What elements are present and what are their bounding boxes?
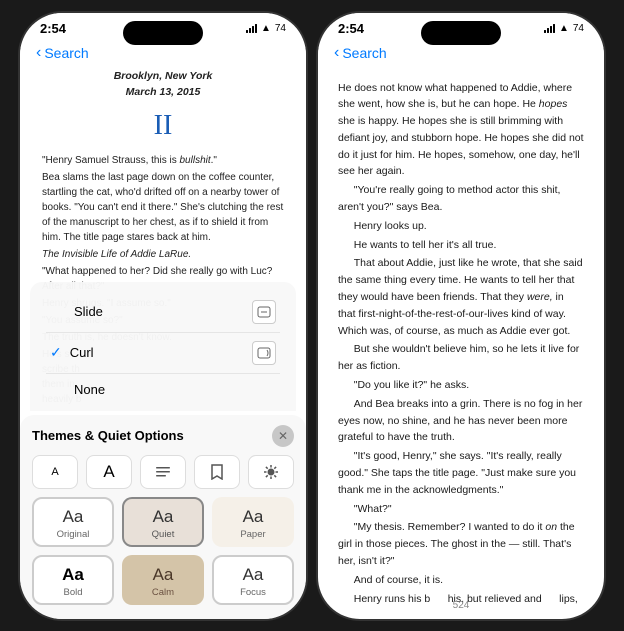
- right-para-11: "My thesis. Remember? I wanted to do it …: [338, 519, 584, 569]
- theme-focus-label: Focus: [220, 587, 286, 598]
- curl-label: Curl: [70, 345, 94, 360]
- theme-calm-title: Aa: [130, 565, 196, 585]
- right-para-4: He wants to tell her it's all true.: [338, 237, 584, 254]
- right-para-8: And Bea breaks into a grin. There is no …: [338, 396, 584, 446]
- right-back-button[interactable]: ‹ Search: [334, 44, 387, 62]
- font-controls: A A: [32, 455, 294, 489]
- book-para-2: Bea slams the last page down on the coff…: [42, 170, 284, 245]
- book-location: Brooklyn, New YorkMarch 13, 2015: [42, 68, 284, 101]
- font-decrease-button[interactable]: A: [32, 455, 78, 489]
- right-para-6: But she wouldn't believe him, so he lets…: [338, 341, 584, 375]
- brightness-button[interactable]: [248, 455, 294, 489]
- none-option[interactable]: None: [46, 374, 280, 405]
- right-back-label: Search: [342, 45, 386, 61]
- theme-original-title: Aa: [40, 507, 106, 527]
- theme-bold-label: Bold: [40, 587, 106, 598]
- theme-grid: Aa Original Aa Quiet Aa Paper Aa Bold: [32, 497, 294, 605]
- back-chevron-icon: ‹: [36, 44, 41, 62]
- left-status-icons: ▲ 74: [246, 23, 286, 34]
- themes-panel: Themes & Quiet Options ✕ A A: [20, 415, 306, 619]
- theme-paper-label: Paper: [220, 529, 286, 540]
- curl-option[interactable]: ✓ Curl: [46, 333, 280, 374]
- left-phone: 2:54 ▲ 74 ‹ Search B: [18, 11, 308, 621]
- theme-bold-card[interactable]: Aa Bold: [32, 555, 114, 605]
- dynamic-island: [123, 21, 203, 45]
- slide-option[interactable]: Slide: [46, 292, 280, 333]
- phones-container: 2:54 ▲ 74 ‹ Search B: [18, 11, 606, 621]
- slide-icon: [252, 300, 276, 324]
- book-para-1: "Henry Samuel Strauss, this is bullshit.…: [42, 153, 284, 168]
- none-label: None: [74, 382, 105, 397]
- right-para-12: And of course, it is.: [338, 572, 584, 589]
- themes-header: Themes & Quiet Options ✕: [32, 425, 294, 447]
- right-dynamic-island: [421, 21, 501, 45]
- right-book-content: He does not know what happened to Addie,…: [318, 68, 604, 604]
- theme-focus-card[interactable]: Aa Focus: [212, 555, 294, 605]
- font-increase-button[interactable]: A: [86, 455, 132, 489]
- battery-icon: 74: [275, 23, 286, 34]
- curl-checkmark-icon: ✓: [50, 344, 62, 361]
- right-para-3: Henry looks up.: [338, 218, 584, 235]
- right-para-2: "You're really going to method actor thi…: [338, 182, 584, 216]
- left-status-time: 2:54: [40, 21, 66, 36]
- layout-button[interactable]: [140, 455, 186, 489]
- curl-option-left: ✓ Curl: [50, 344, 94, 361]
- left-back-button[interactable]: ‹ Search: [36, 44, 89, 62]
- right-phone: 2:54 ▲ 74 ‹ Search H: [316, 11, 606, 621]
- right-para-10: "What?": [338, 501, 584, 518]
- slide-option-left: Slide: [50, 304, 103, 319]
- close-button[interactable]: ✕: [272, 425, 294, 447]
- themes-title: Themes & Quiet Options: [32, 428, 184, 443]
- right-wifi-icon: ▲: [559, 23, 569, 34]
- back-label: Search: [44, 45, 88, 61]
- theme-calm-label: Calm: [130, 587, 196, 598]
- bookmark-button[interactable]: [194, 455, 240, 489]
- theme-paper-title: Aa: [220, 507, 286, 527]
- chapter-number: II: [42, 104, 284, 147]
- slide-label: Slide: [74, 304, 103, 319]
- theme-calm-card[interactable]: Aa Calm: [122, 555, 204, 605]
- curl-icon: [252, 341, 276, 365]
- theme-quiet-title: Aa: [130, 507, 196, 527]
- theme-paper-card[interactable]: Aa Paper: [212, 497, 294, 547]
- right-status-icons: ▲ 74: [544, 23, 584, 34]
- book-para-3: The Invisible Life of Addie LaRue.: [42, 247, 284, 262]
- right-signal-bars-icon: [544, 23, 555, 33]
- theme-quiet-label: Quiet: [130, 529, 196, 540]
- signal-bars-icon: [246, 23, 257, 33]
- slide-menu: Slide ✓ Curl: [30, 282, 296, 411]
- right-para-7: "Do you like it?" he asks.: [338, 377, 584, 394]
- none-option-left: None: [50, 382, 105, 397]
- theme-focus-title: Aa: [220, 565, 286, 585]
- theme-original-label: Original: [40, 529, 106, 540]
- overlay-panel: Slide ✓ Curl: [20, 282, 306, 619]
- right-para-9: "It's good, Henry," she says. "It's real…: [338, 448, 584, 498]
- right-para-5: That about Addie, just like he wrote, th…: [338, 255, 584, 339]
- right-battery-icon: 74: [573, 23, 584, 34]
- theme-quiet-card[interactable]: Aa Quiet: [122, 497, 204, 547]
- wifi-icon: ▲: [261, 23, 271, 34]
- theme-original-card[interactable]: Aa Original: [32, 497, 114, 547]
- right-back-chevron-icon: ‹: [334, 44, 339, 62]
- right-para-1: He does not know what happened to Addie,…: [338, 80, 584, 181]
- theme-bold-title: Aa: [40, 565, 106, 585]
- right-status-time: 2:54: [338, 21, 364, 36]
- page-number: 524: [453, 600, 470, 611]
